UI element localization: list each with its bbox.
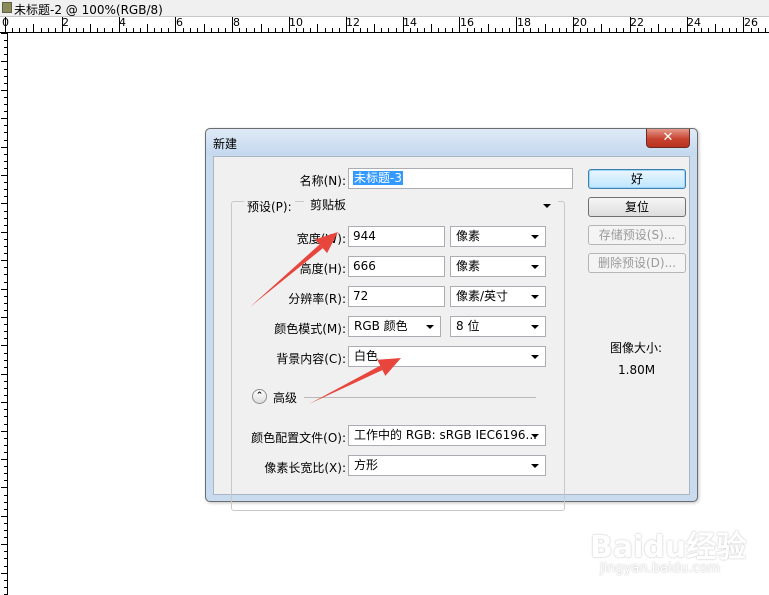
- annotation-arrows: [250, 232, 401, 404]
- photoshop-workspace: 未标题-2 @ 100%(RGB/8) 0 2 4 6 8 10 12 14 1…: [0, 0, 769, 595]
- baidu-watermark-url: jingyan.baidu.com: [600, 561, 720, 576]
- annotation-arrow-background: [309, 358, 401, 404]
- annotation-arrow-width: [250, 232, 338, 307]
- baidu-watermark-logo: Baidu经验: [590, 530, 747, 565]
